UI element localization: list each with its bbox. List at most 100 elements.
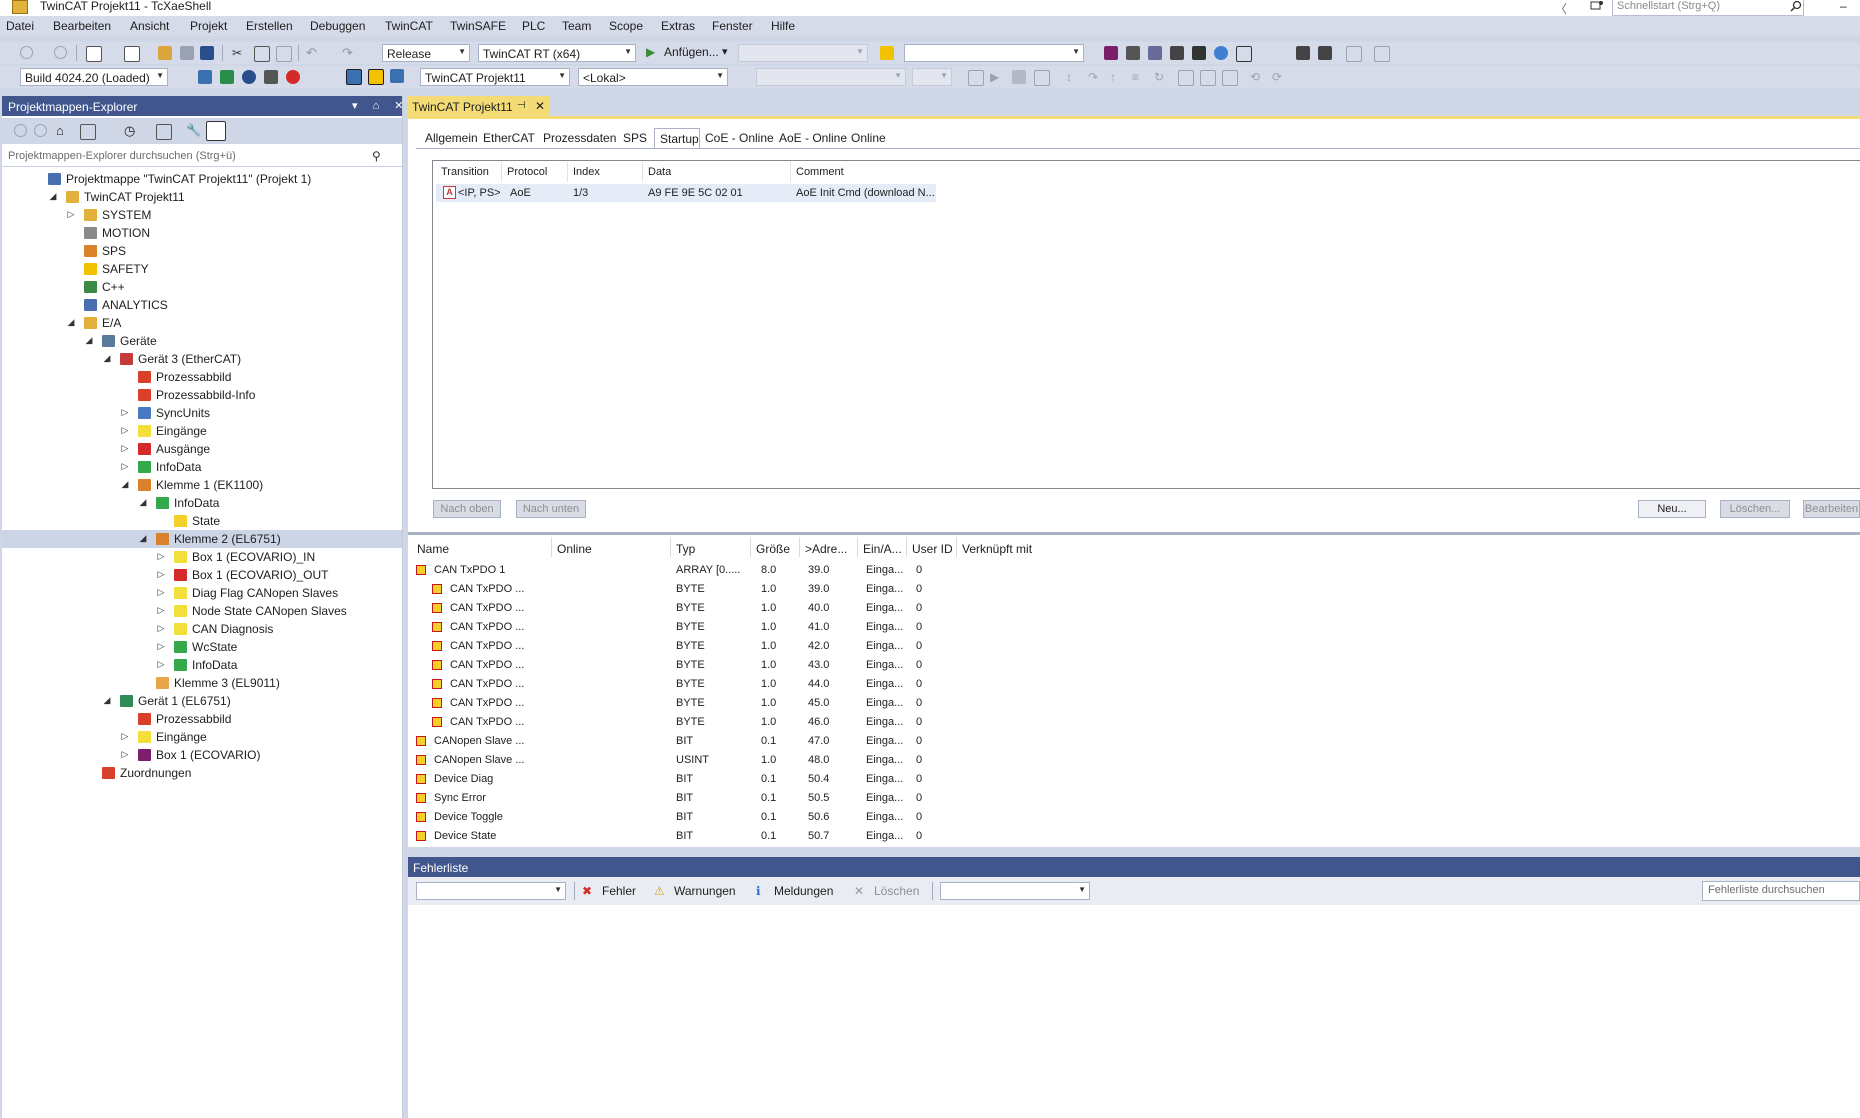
tree-item[interactable]: MOTION <box>2 224 402 242</box>
tree-expander-icon[interactable]: ▷ <box>120 443 130 454</box>
feedback-icon[interactable] <box>1590 0 1604 12</box>
startup-column-header[interactable]: Transition <box>441 166 489 178</box>
messages-filter-button[interactable]: Meldungen <box>774 884 833 898</box>
table-row[interactable]: CAN TxPDO ... BYTE 1.0 41.0 Einga... 0 <box>408 618 1860 637</box>
tree-item[interactable]: ◢ Klemme 1 (EK1100) <box>2 476 402 494</box>
show-online-data-icon[interactable] <box>1236 46 1252 62</box>
tree-item[interactable]: ▷ Eingänge <box>2 728 402 746</box>
menu-scope[interactable]: Scope <box>609 19 643 33</box>
tree-expander-icon[interactable]: ▷ <box>120 461 130 472</box>
forward-icon[interactable] <box>34 124 47 137</box>
paste-icon[interactable] <box>276 46 292 62</box>
run-mode-icon[interactable] <box>346 69 362 85</box>
table-row[interactable]: CANopen Slave ... BIT 0.1 47.0 Einga... 0 <box>408 732 1860 751</box>
pin-icon[interactable]: ⊣ <box>517 100 526 111</box>
tree-expander-icon[interactable]: ▷ <box>156 623 166 634</box>
grid-column-header[interactable]: Online <box>557 542 592 556</box>
tree-expander-icon[interactable]: ◢ <box>48 191 58 202</box>
grid-column-header[interactable]: Typ <box>676 542 695 556</box>
table-row[interactable]: CAN TxPDO ... BYTE 1.0 39.0 Einga... 0 <box>408 580 1860 599</box>
tab-ethercat[interactable]: EtherCAT <box>478 128 536 148</box>
back-arrow-icon[interactable]: 〈 <box>1555 0 1567 17</box>
tab-startup[interactable]: Startup <box>654 128 700 149</box>
tree-expander-icon[interactable]: ▷ <box>120 407 130 418</box>
table-row[interactable]: CAN TxPDO ... BYTE 1.0 46.0 Einga... 0 <box>408 713 1860 732</box>
tree-item[interactable]: ▷ SyncUnits <box>2 404 402 422</box>
toggle-online-icon[interactable] <box>368 69 384 85</box>
step-out-icon[interactable]: ↑ <box>1110 70 1124 84</box>
table-row[interactable]: CAN TxPDO ... BYTE 1.0 42.0 Einga... 0 <box>408 637 1860 656</box>
tree-expander-icon[interactable]: ◢ <box>66 317 76 328</box>
menu-twinsafe[interactable]: TwinSAFE <box>450 19 506 33</box>
pending-changes-icon[interactable]: ◷ <box>124 123 138 138</box>
tree-item[interactable]: C++ <box>2 278 402 296</box>
tree-item[interactable]: State <box>2 512 402 530</box>
tools-wrench-icon[interactable] <box>1126 46 1140 60</box>
find-in-files-icon[interactable] <box>880 46 894 60</box>
home-icon[interactable]: ⌂ <box>56 123 70 138</box>
scan-devices-icon[interactable] <box>1192 46 1206 60</box>
plc-stop-icon[interactable] <box>1012 70 1026 84</box>
warnings-filter-button[interactable]: Warnungen <box>674 884 736 898</box>
errors-filter-button[interactable]: Fehler <box>602 884 636 898</box>
table-row[interactable]: Device Toggle BIT 0.1 50.6 Einga... 0 <box>408 808 1860 827</box>
tree-expander-icon[interactable]: ◢ <box>138 533 148 544</box>
tree-item[interactable]: ◢ Gerät 1 (EL6751) <box>2 692 402 710</box>
step-over-icon[interactable]: ↕ <box>1066 70 1080 84</box>
menu-extras[interactable]: Extras <box>661 19 695 33</box>
tree-item[interactable]: ◢ Geräte <box>2 332 402 350</box>
startup-column-header[interactable]: Index <box>573 166 600 178</box>
tree-item[interactable]: Klemme 3 (EL9011) <box>2 674 402 692</box>
menu-twincat[interactable]: TwinCAT <box>385 19 433 33</box>
tree-expander-icon[interactable]: ▷ <box>66 209 76 220</box>
plc-start-icon[interactable]: ▶ <box>990 70 1004 84</box>
table-row[interactable]: Sync Error BIT 0.1 50.5 Einga... 0 <box>408 789 1860 808</box>
tree-item[interactable]: ▷ WcState <box>2 638 402 656</box>
save-icon[interactable] <box>180 46 194 60</box>
tree-expander-icon[interactable]: ▷ <box>120 425 130 436</box>
login-icon[interactable] <box>1346 46 1362 62</box>
tree-expander-icon[interactable]: ▷ <box>156 569 166 580</box>
navigate-back-icon[interactable] <box>20 46 33 59</box>
refresh-all-icon[interactable]: ⟳ <box>1272 70 1286 84</box>
attach-button[interactable]: Anfügen... <box>664 45 719 59</box>
menu-ansicht[interactable]: Ansicht <box>130 19 169 33</box>
search-icon[interactable] <box>1790 0 1802 15</box>
grid-column-header[interactable]: Größe <box>756 542 790 556</box>
cut-icon[interactable]: ✂ <box>232 46 246 60</box>
minimize-button[interactable]: – <box>1840 0 1847 13</box>
target-system-dropdown[interactable]: <Lokal> ▼ <box>578 68 728 86</box>
network-icon[interactable] <box>1374 46 1390 62</box>
tree-item[interactable]: ▷ Node State CANopen Slaves <box>2 602 402 620</box>
tree-item[interactable]: ▷ Box 1 (ECOVARIO)_OUT <box>2 566 402 584</box>
menu-projekt[interactable]: Projekt <box>190 19 227 33</box>
table-row[interactable]: CANopen Slave ... USINT 1.0 48.0 Einga... 0 <box>408 751 1860 770</box>
upload-icon[interactable] <box>1318 46 1332 60</box>
force-values-icon[interactable] <box>1200 70 1216 86</box>
tab-prozessdaten[interactable]: Prozessdaten <box>538 128 616 148</box>
tree-item[interactable]: ◢ InfoData <box>2 494 402 512</box>
release-force-icon[interactable] <box>1222 70 1238 86</box>
properties-wrench-icon[interactable]: 🔧 <box>186 123 201 137</box>
grid-column-header[interactable]: Ein/A... <box>863 542 902 556</box>
menu-erstellen[interactable]: Erstellen <box>246 19 293 33</box>
close-icon[interactable]: ✕ <box>535 99 545 113</box>
tree-expander-icon[interactable]: ◢ <box>102 695 112 706</box>
activate-configuration-icon[interactable] <box>1104 46 1118 60</box>
switch-views-icon[interactable] <box>80 124 96 140</box>
tree-expander-icon[interactable]: ▷ <box>120 749 130 760</box>
menu-plc[interactable]: PLC <box>522 19 545 33</box>
tree-item[interactable]: Prozessabbild <box>2 368 402 386</box>
table-row[interactable]: Device Diag BIT 0.1 50.4 Einga... 0 <box>408 770 1860 789</box>
tree-item[interactable]: ▷ Box 1 (ECOVARIO) <box>2 746 402 764</box>
solution-explorer-header-icons[interactable]: ▾ ⌂ ✕ <box>352 99 410 112</box>
tree-expander-icon[interactable]: ▷ <box>156 587 166 598</box>
startup-column-header[interactable]: Comment <box>796 166 844 178</box>
menu-datei[interactable]: Datei <box>6 19 34 33</box>
tree-expander-icon[interactable]: ◢ <box>102 353 112 364</box>
menu-team[interactable]: Team <box>562 19 591 33</box>
grid-column-header[interactable]: Verknüpft mit <box>962 542 1032 556</box>
tree-item[interactable]: ▷ CAN Diagnosis <box>2 620 402 638</box>
collapse-all-icon[interactable] <box>156 124 172 140</box>
write-values-icon[interactable] <box>1178 70 1194 86</box>
